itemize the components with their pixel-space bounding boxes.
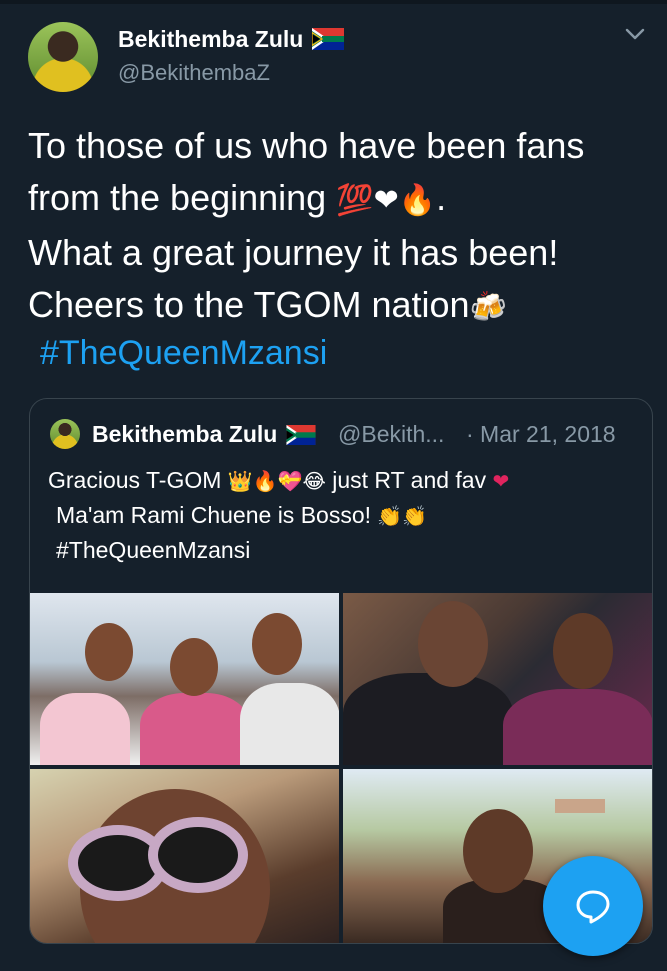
crown-fire-heart-laugh-emoji: 👑🔥💝😂 [227, 469, 326, 493]
chat-bubble-icon [576, 890, 610, 924]
photo-face [252, 613, 302, 675]
quoted-tweet[interactable]: Bekithemba Zulu @Bekith... · Mar 21, 201… [29, 398, 653, 944]
photo-face [463, 809, 533, 893]
top-divider [0, 0, 667, 4]
photo-3[interactable] [30, 769, 339, 943]
photo-figure [40, 693, 130, 765]
author-name[interactable]: Bekithemba Zulu [118, 26, 303, 52]
tweet-text: To those of us who have been fans from t… [28, 120, 658, 334]
hundred-heart-fire-emoji: 💯❤🔥 [336, 183, 437, 218]
photo-face [418, 601, 488, 687]
photo-2[interactable] [343, 593, 652, 765]
author-handle[interactable]: @BekithembaZ [118, 60, 270, 86]
red-heart-emoji: ❤ [492, 469, 510, 493]
tweet-line-1: To those of us who have been fans [28, 125, 585, 166]
tweet-line-4: Cheers to the TGOM nation🍻 [28, 284, 507, 325]
photo-figure [240, 683, 339, 765]
beer-mugs-emoji: 🍻 [469, 290, 507, 325]
quoted-text: Gracious T-GOM 👑🔥💝😂 just RT and fav ❤ Ma… [48, 463, 638, 567]
quoted-author-handle: @Bekith... [338, 421, 445, 447]
quoted-line-1: Gracious T-GOM 👑🔥💝😂 just RT and fav ❤ [48, 467, 510, 493]
clapping-hands-emoji: 👏👏 [377, 504, 428, 528]
south-africa-flag-icon [311, 28, 344, 50]
quoted-avatar [50, 419, 80, 449]
south-africa-flag-icon [286, 425, 316, 445]
chevron-down-icon[interactable] [624, 26, 646, 42]
compose-button[interactable] [543, 856, 643, 956]
tweet-line-3: What a great journey it has been! [28, 232, 559, 273]
avatar[interactable] [28, 22, 98, 92]
photo-figure [140, 693, 250, 765]
hashtag-link[interactable]: #TheQueenMzansi [40, 334, 327, 373]
tweet-line-2: from the beginning 💯❤🔥. [28, 177, 447, 218]
quoted-date: · Mar 21, 2018 [466, 421, 616, 447]
author-name-row[interactable]: Bekithemba Zulu [118, 26, 344, 53]
quoted-author-name-row: Bekithemba Zulu [92, 421, 316, 448]
photo-face [170, 638, 218, 696]
photo-face [85, 623, 133, 681]
quoted-author-name: Bekithemba Zulu [92, 421, 278, 447]
photo-figure [343, 673, 513, 765]
photo-figure [503, 689, 652, 765]
quoted-line-2: Ma'am Rami Chuene is Bosso! 👏👏 [56, 502, 428, 528]
photo-face [553, 613, 613, 689]
quoted-hashtag: #TheQueenMzansi [56, 537, 251, 563]
photo-1[interactable] [30, 593, 339, 765]
photo-sign [555, 799, 605, 813]
photo-sunglasses [148, 817, 248, 893]
